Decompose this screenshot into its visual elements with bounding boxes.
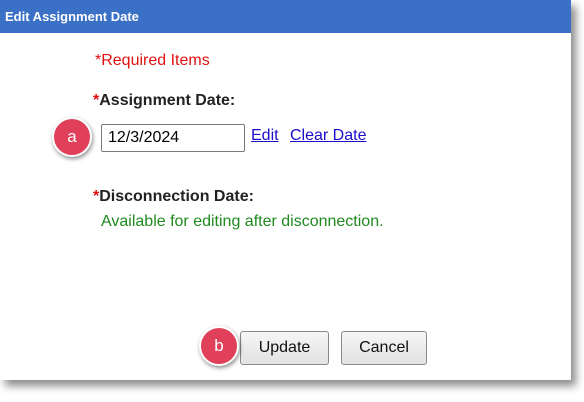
callout-a-badge: a	[52, 117, 92, 157]
dialog-title-bar: Edit Assignment Date	[0, 0, 571, 33]
callout-b-badge: b	[199, 326, 239, 366]
edit-link[interactable]: Edit	[251, 127, 279, 145]
assignment-date-input[interactable]	[101, 124, 245, 152]
required-items-note: *Required Items	[95, 52, 210, 69]
disconnection-date-label: *Disconnection Date:	[93, 188, 254, 206]
assignment-date-label: *Assignment Date:	[93, 92, 235, 110]
cancel-button[interactable]: Cancel	[341, 331, 427, 365]
disconnection-date-note: Available for editing after disconnectio…	[101, 213, 384, 230]
edit-assignment-date-dialog: Edit Assignment Date *Required Items *As…	[0, 0, 571, 380]
assignment-date-label-text: Assignment Date:	[99, 92, 236, 109]
update-button[interactable]: Update	[240, 331, 329, 365]
disconnection-date-label-text: Disconnection Date:	[99, 188, 254, 205]
clear-date-link[interactable]: Clear Date	[290, 127, 366, 145]
dialog-title: Edit Assignment Date	[5, 9, 139, 24]
